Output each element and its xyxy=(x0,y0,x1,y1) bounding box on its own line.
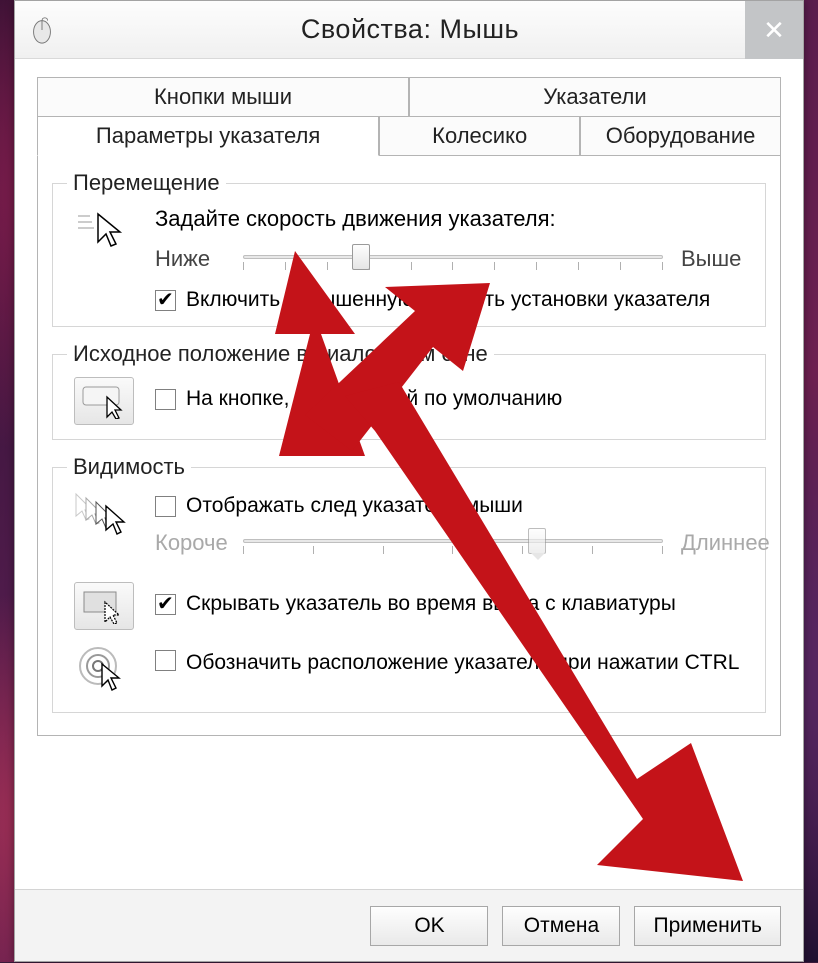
tab-strip: Кнопки мыши Указатели Параметры указател… xyxy=(37,77,781,156)
mouse-properties-window: Свойства: Мышь ✕ Кнопки мыши Указатели П… xyxy=(14,0,804,962)
trail-label-short: Короче xyxy=(155,530,225,556)
tab-wheel[interactable]: Колесико xyxy=(379,116,580,156)
pointer-speed-thumb[interactable] xyxy=(352,244,370,270)
dialog-content: Кнопки мыши Указатели Параметры указател… xyxy=(15,59,803,889)
ctrl-locate-checkbox[interactable] xyxy=(155,650,176,671)
enhance-precision-checkbox[interactable] xyxy=(155,290,176,311)
snap-to-default-label: На кнопке, выбираемой по умолчанию xyxy=(186,387,562,411)
pointer-trails-slider xyxy=(243,526,663,560)
group-snap-to-legend: Исходное положение в диалоговом окне xyxy=(67,341,494,367)
tab-pointer-options[interactable]: Параметры указателя xyxy=(37,116,379,156)
pointer-trails-icon xyxy=(72,490,136,544)
snap-to-icon xyxy=(74,377,134,425)
window-title: Свойства: Мышь xyxy=(57,14,803,45)
pointer-speed-label: Задайте скорость движения указателя: xyxy=(155,206,751,232)
snap-to-default-checkbox[interactable] xyxy=(155,389,176,410)
cursor-speed-icon xyxy=(76,206,132,256)
slider-label-fast: Выше xyxy=(681,246,751,272)
apply-button[interactable]: Применить xyxy=(634,906,781,946)
pointer-trails-thumb xyxy=(528,528,546,554)
tab-pointers[interactable]: Указатели xyxy=(409,77,781,117)
tab-buttons[interactable]: Кнопки мыши xyxy=(37,77,409,117)
tab-hardware[interactable]: Оборудование xyxy=(580,116,781,156)
ok-button[interactable]: OK xyxy=(370,906,488,946)
tab-panel: Перемещение xyxy=(37,156,781,736)
enhance-precision-label: Включить повышенную точность установки у… xyxy=(186,288,710,312)
hide-while-typing-checkbox[interactable] xyxy=(155,594,176,615)
mouse-icon xyxy=(27,15,57,45)
trail-label-long: Длиннее xyxy=(681,530,751,556)
pointer-speed-slider-row: Ниже Выше xyxy=(155,242,751,276)
dialog-button-bar: OK Отмена Применить xyxy=(15,889,803,961)
pointer-speed-slider[interactable] xyxy=(243,242,663,276)
hide-while-typing-label: Скрывать указатель во время ввода с клав… xyxy=(186,592,676,616)
ctrl-locate-label: Обозначить расположение указателя при на… xyxy=(186,650,739,675)
slider-label-slow: Ниже xyxy=(155,246,225,272)
ctrl-locate-icon xyxy=(76,644,132,698)
close-button[interactable]: ✕ xyxy=(745,1,803,59)
close-icon: ✕ xyxy=(763,15,785,46)
group-visibility: Видимость xyxy=(52,454,766,713)
group-motion: Перемещение xyxy=(52,170,766,327)
cancel-button[interactable]: Отмена xyxy=(502,906,620,946)
hide-typing-icon xyxy=(74,582,134,630)
group-visibility-legend: Видимость xyxy=(67,454,191,480)
pointer-trails-checkbox[interactable] xyxy=(155,496,176,517)
group-snap-to: Исходное положение в диалоговом окне xyxy=(52,341,766,440)
titlebar: Свойства: Мышь ✕ xyxy=(15,1,803,59)
group-motion-legend: Перемещение xyxy=(67,170,226,196)
pointer-trails-label: Отображать след указателя мыши xyxy=(186,494,523,518)
